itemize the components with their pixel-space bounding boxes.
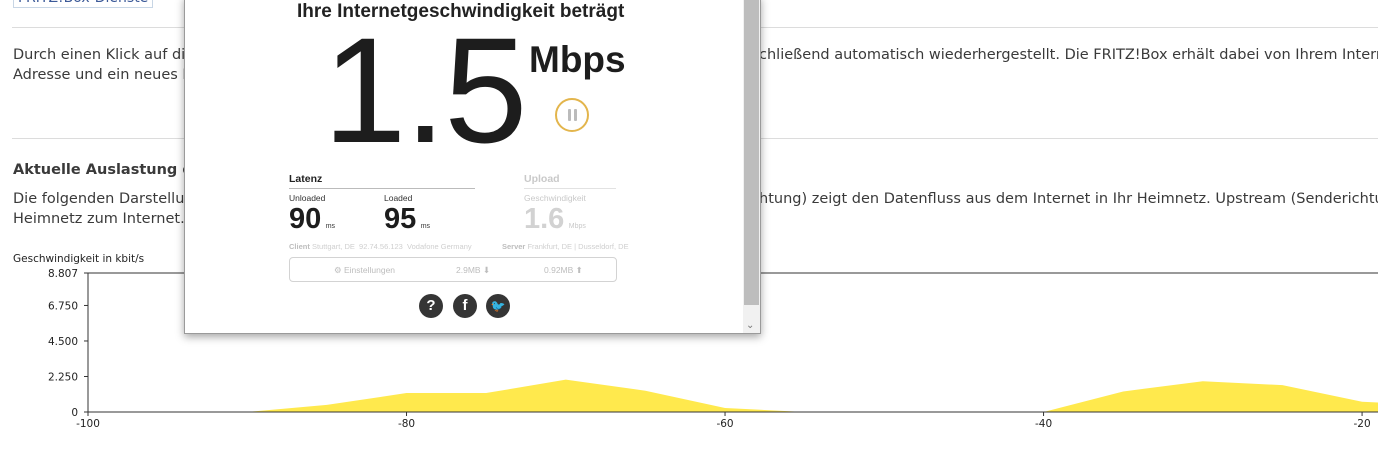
upload-rule bbox=[524, 188, 616, 189]
y-tick-label: 4.500 bbox=[48, 336, 78, 348]
x-tick-label: -100 bbox=[76, 418, 100, 430]
options-bar: ⚙ Einstellungen 2.9MB ⬇ 0.92MB ⬆ bbox=[289, 257, 617, 282]
scroll-down-icon[interactable]: ⌄ bbox=[746, 320, 754, 331]
intro-text-line2: Adresse und ein neues IPv bbox=[13, 67, 204, 83]
popup-scrollbar[interactable]: ⌄ bbox=[743, 0, 760, 333]
pause-button[interactable] bbox=[555, 98, 589, 132]
y-tick-label: 6.750 bbox=[48, 300, 78, 312]
settings-button[interactable]: ⚙ Einstellungen bbox=[334, 265, 395, 276]
desc-text-right: htung) zeigt den Datenfluss aus dem Inte… bbox=[759, 191, 1378, 207]
loaded-latency: 95 ms bbox=[384, 203, 430, 236]
loaded-label: Loaded bbox=[384, 193, 413, 203]
upload-size: 0.92MB ⬆ bbox=[544, 265, 583, 275]
server-label: Server bbox=[502, 242, 526, 251]
intro-text-left: Durch einen Klick auf die S bbox=[13, 47, 208, 63]
download-size: 2.9MB ⬇ bbox=[456, 265, 491, 275]
client-label: Client bbox=[289, 242, 310, 251]
speed-value: 1.5 bbox=[323, 6, 528, 174]
loaded-unit: ms bbox=[420, 223, 431, 230]
client-ip: 92.74.56.123 bbox=[359, 242, 403, 251]
y-tick-label: 8.807 bbox=[48, 268, 78, 280]
x-tick-label: -20 bbox=[1353, 418, 1370, 430]
upload-value: 1.6 bbox=[524, 203, 565, 235]
upload-label: Upload bbox=[524, 173, 560, 185]
speedtest-popup: Ihre Internetgeschwindigkeit beträgt 1.5… bbox=[184, 0, 761, 334]
unloaded-value: 90 bbox=[289, 203, 322, 235]
download-arrow-icon: ⬇ bbox=[482, 265, 491, 275]
help-icon[interactable]: ? bbox=[419, 294, 443, 318]
unloaded-label: Unloaded bbox=[289, 193, 326, 203]
downstream-area bbox=[88, 379, 1378, 412]
client-info: Client Stuttgart, DE 92.74.56.123 Vodafo… bbox=[289, 242, 472, 251]
twitter-icon[interactable]: 🐦 bbox=[486, 294, 510, 318]
client-isp: Vodafone Germany bbox=[407, 242, 472, 251]
latency-rule bbox=[289, 188, 475, 189]
scrollbar-thumb[interactable] bbox=[744, 0, 759, 305]
upload-speed: 1.6 Mbps bbox=[524, 203, 586, 236]
speed-unit: Mbps bbox=[529, 39, 626, 80]
latency-label: Latenz bbox=[289, 173, 323, 185]
unloaded-unit: ms bbox=[325, 223, 336, 230]
upload-speed-label: Geschwindigkeit bbox=[524, 193, 586, 203]
unloaded-latency: 90 ms bbox=[289, 203, 335, 236]
x-tick-label: -40 bbox=[1035, 418, 1052, 430]
x-tick-label: -80 bbox=[398, 418, 415, 430]
client-city: Stuttgart, DE bbox=[311, 242, 355, 251]
facebook-icon[interactable]: f bbox=[453, 294, 477, 318]
server-info: Server Frankfurt, DE | Dusseldorf, DE bbox=[502, 242, 629, 251]
x-tick-label: -60 bbox=[716, 418, 733, 430]
server-value: Frankfurt, DE | Dusseldorf, DE bbox=[527, 242, 629, 251]
gear-icon: ⚙ bbox=[334, 265, 342, 275]
y-tick-label: 2.250 bbox=[48, 371, 78, 383]
loaded-value: 95 bbox=[384, 203, 417, 235]
intro-text-right: chließend automatisch wiederhergestellt.… bbox=[759, 47, 1378, 63]
breadcrumb[interactable]: FRITZ!Box-Dienste bbox=[13, 0, 154, 8]
desc-text-line2: Heimnetz zum Internet. bbox=[13, 211, 185, 227]
upload-unit: Mbps bbox=[568, 223, 586, 230]
desc-text-left: Die folgenden Darstellung bbox=[13, 191, 203, 207]
upload-arrow-icon: ⬆ bbox=[575, 265, 583, 275]
